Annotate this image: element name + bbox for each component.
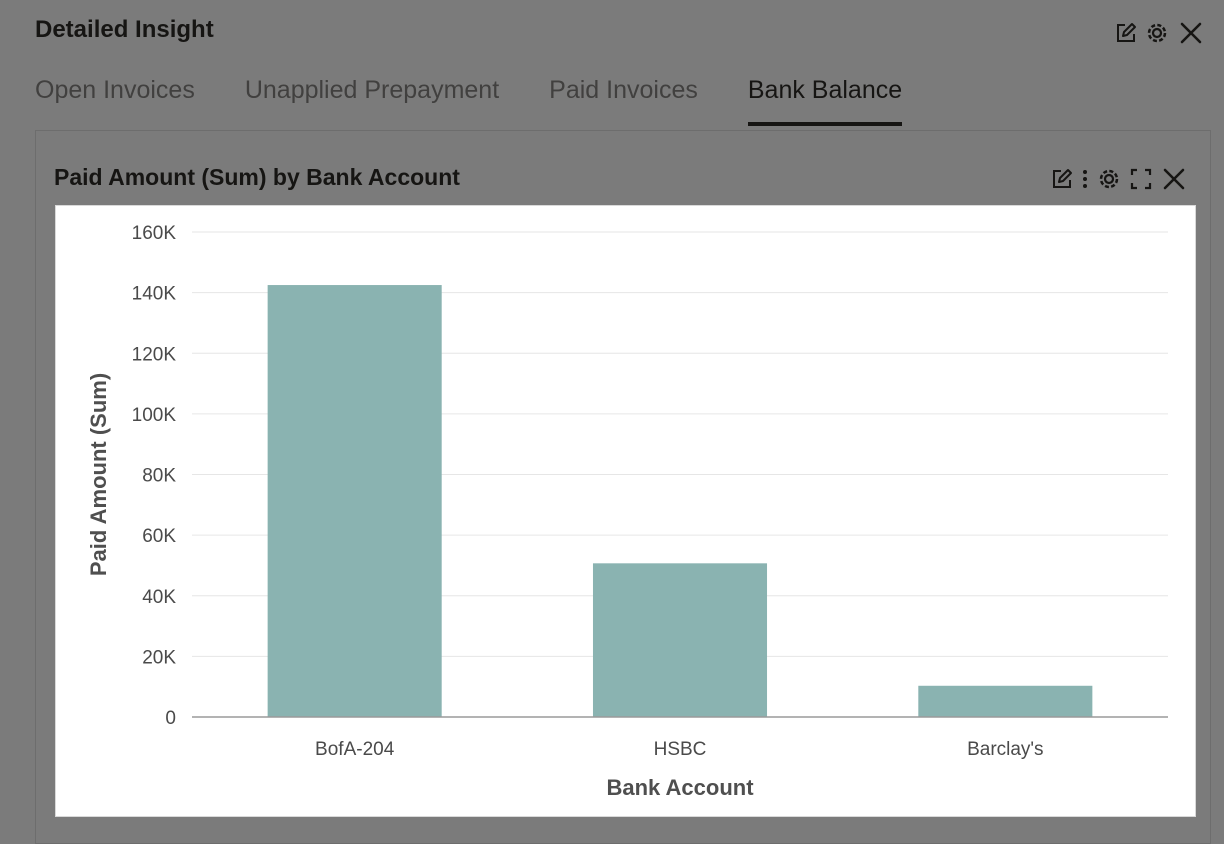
panel-actions bbox=[1050, 165, 1188, 193]
y-tick-label: 100K bbox=[132, 405, 177, 426]
chart-svg: 0 20K 40K 60K 80K 100K 120K 140K 160K BofA-204 HSB… bbox=[86, 223, 1168, 800]
chart-panel: Paid Amount (Sum) by Bank Account 0 20K … bbox=[35, 130, 1211, 844]
tab-paid-invoices[interactable]: Paid Invoices bbox=[549, 76, 698, 126]
y-tick-label: 40K bbox=[142, 587, 176, 608]
y-tick-label: 140K bbox=[132, 284, 177, 305]
more-vertical-icon[interactable] bbox=[1080, 167, 1090, 191]
tab-open-invoices[interactable]: Open Invoices bbox=[35, 76, 195, 126]
x-axis-title: Bank Account bbox=[606, 775, 754, 800]
maximize-icon[interactable] bbox=[1128, 166, 1154, 192]
y-tick-label: 0 bbox=[165, 708, 176, 729]
y-axis-title: Paid Amount (Sum) bbox=[86, 373, 111, 576]
x-tick-label: Barclay's bbox=[967, 739, 1043, 760]
y-tick-label: 120K bbox=[132, 344, 177, 365]
gear-icon[interactable] bbox=[1144, 20, 1170, 46]
bar-2[interactable] bbox=[918, 685, 1093, 717]
x-tick-label: BofA-204 bbox=[315, 739, 395, 760]
edit-icon[interactable] bbox=[1050, 167, 1074, 191]
bar-chart: 0 20K 40K 60K 80K 100K 120K 140K 160K BofA-204 HSB… bbox=[55, 205, 1196, 817]
y-tick-label: 20K bbox=[142, 647, 176, 668]
tab-bank-balance[interactable]: Bank Balance bbox=[747, 76, 903, 126]
close-icon[interactable] bbox=[1176, 18, 1206, 48]
tab-unapplied-prepayment[interactable]: Unapplied Prepayment bbox=[245, 76, 499, 126]
edit-icon[interactable] bbox=[1114, 21, 1138, 45]
panel-title: Paid Amount (Sum) by Bank Account bbox=[54, 164, 460, 190]
bar-1[interactable] bbox=[592, 563, 768, 717]
window-actions bbox=[1114, 18, 1206, 48]
y-tick-label: 80K bbox=[142, 466, 176, 487]
tab-bar: Open Invoices Unapplied Prepayment Paid … bbox=[35, 76, 952, 126]
y-tick-label: 60K bbox=[142, 526, 176, 547]
bar-0[interactable] bbox=[267, 285, 442, 717]
y-tick-label: 160K bbox=[132, 223, 177, 244]
gear-icon[interactable] bbox=[1096, 166, 1122, 192]
close-icon[interactable] bbox=[1160, 165, 1188, 193]
x-tick-label: HSBC bbox=[654, 739, 707, 760]
window-title: Detailed Insight bbox=[35, 16, 214, 43]
